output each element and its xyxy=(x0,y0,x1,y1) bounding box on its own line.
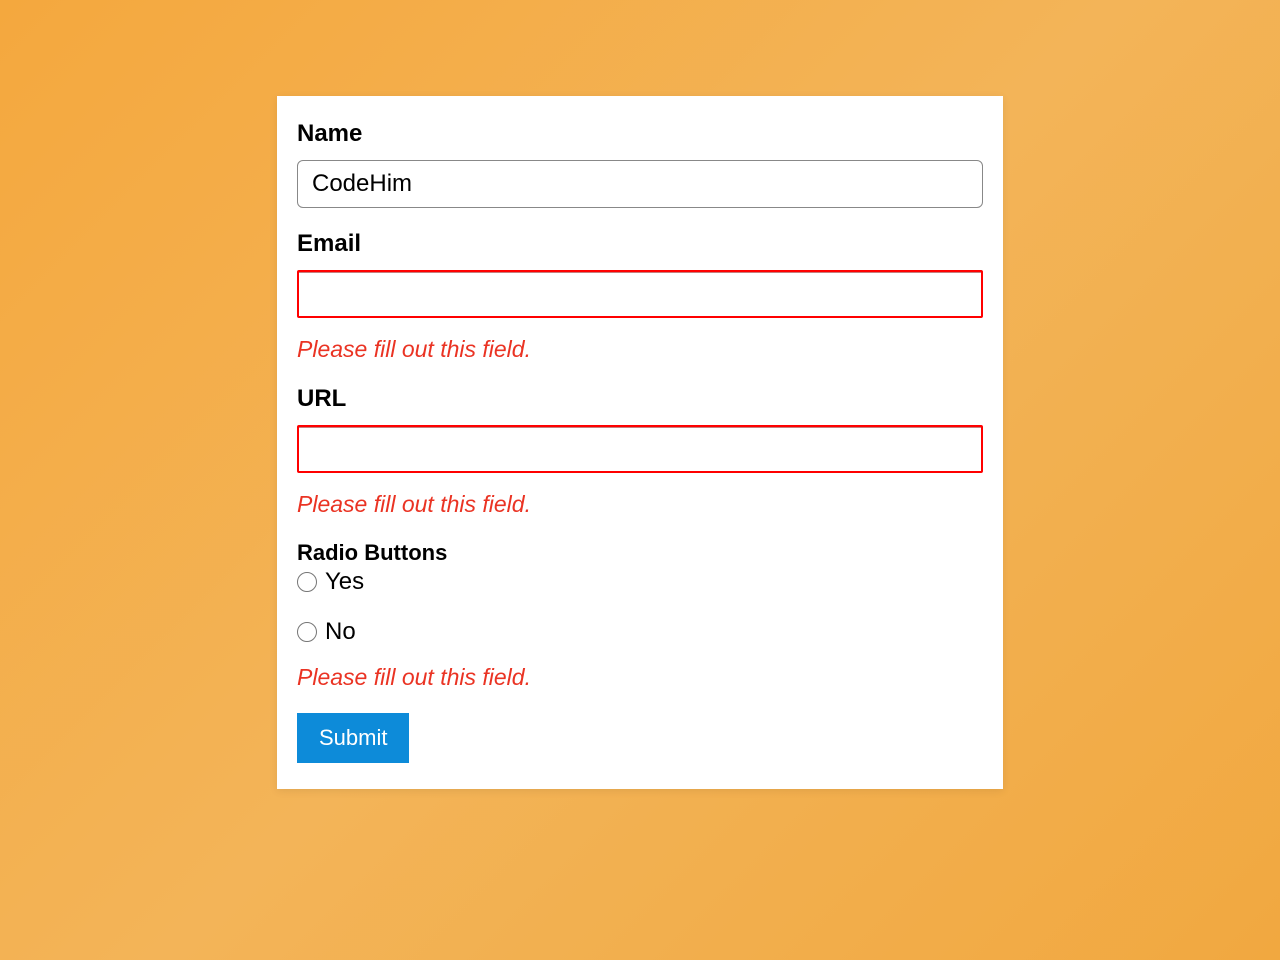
name-label: Name xyxy=(297,120,983,148)
radio-section-label: Radio Buttons xyxy=(297,540,983,566)
radio-no-input[interactable] xyxy=(297,622,317,642)
email-input[interactable] xyxy=(297,270,983,318)
url-input[interactable] xyxy=(297,425,983,473)
radio-row-no: No xyxy=(297,618,983,646)
name-group: Name xyxy=(297,120,983,208)
radio-yes-input[interactable] xyxy=(297,572,317,592)
email-label: Email xyxy=(297,230,983,258)
radio-group: Radio Buttons Yes No Please fill out thi… xyxy=(297,540,983,691)
url-label: URL xyxy=(297,385,983,413)
radio-yes-label: Yes xyxy=(325,568,364,596)
form-card: Name Email Please fill out this field. U… xyxy=(277,96,1003,789)
name-input[interactable] xyxy=(297,160,983,208)
radio-no-label: No xyxy=(325,618,356,646)
submit-button[interactable]: Submit xyxy=(297,713,409,763)
radio-row-yes: Yes xyxy=(297,568,983,596)
email-error-message: Please fill out this field. xyxy=(297,336,983,363)
url-group: URL Please fill out this field. xyxy=(297,385,983,518)
radio-error-message: Please fill out this field. xyxy=(297,664,983,691)
email-group: Email Please fill out this field. xyxy=(297,230,983,363)
url-error-message: Please fill out this field. xyxy=(297,491,983,518)
